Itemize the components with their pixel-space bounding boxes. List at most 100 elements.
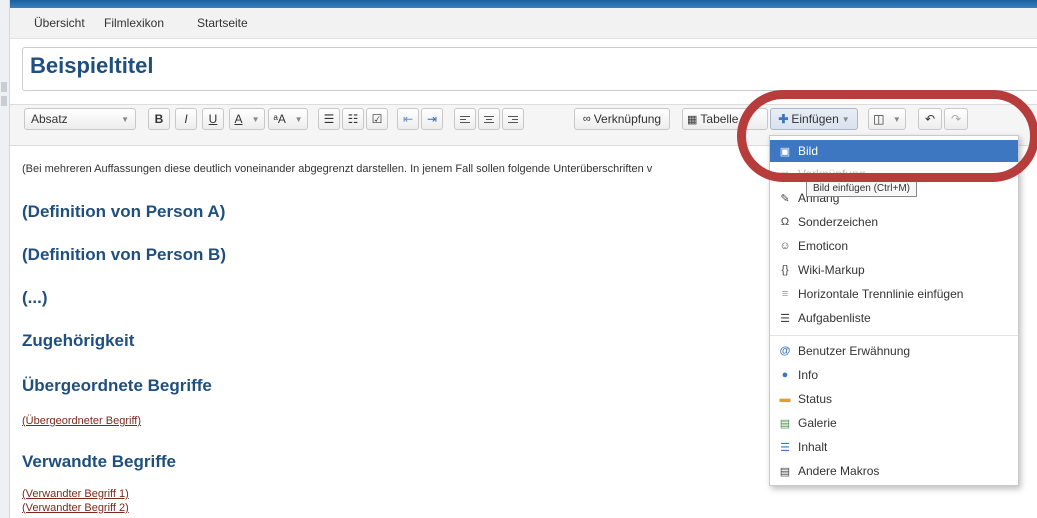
menu-item-label: Status bbox=[798, 392, 833, 406]
link-button[interactable]: ∞ Verknüpfung bbox=[574, 108, 670, 130]
menu-item-wiki-markup[interactable]: {} Wiki-Markup bbox=[770, 259, 1018, 281]
info-icon: ● bbox=[781, 369, 789, 381]
breadcrumb-item-startseite[interactable]: Startseite bbox=[197, 16, 248, 30]
font-size-button[interactable]: ᵃA ▼ bbox=[268, 108, 308, 130]
bold-button[interactable]: B bbox=[148, 108, 170, 130]
toc-icon: ☰ bbox=[780, 441, 790, 454]
menu-item-aufgabenliste[interactable]: ☰ Aufgabenliste bbox=[770, 307, 1018, 329]
table-button-label: Tabelle bbox=[700, 112, 739, 126]
redo-button[interactable]: ↷ bbox=[944, 108, 968, 130]
align-right-button[interactable] bbox=[502, 108, 524, 130]
menu-item-label: Bild bbox=[798, 144, 819, 158]
at-sign-icon: @ bbox=[779, 345, 791, 357]
related-term-link-1[interactable]: (Verwandter Begriff 1) bbox=[22, 488, 129, 500]
table-button[interactable]: ▦ Tabelle bbox=[682, 108, 768, 130]
braces-icon: {} bbox=[781, 264, 789, 276]
task-list-button[interactable]: ☑ bbox=[366, 108, 388, 130]
macro-icon: ▤ bbox=[779, 465, 791, 478]
font-size-label: ᵃA bbox=[273, 112, 286, 126]
smiley-icon: ☺ bbox=[779, 240, 791, 252]
menu-item-label: Galerie bbox=[798, 416, 837, 430]
intro-paragraph[interactable]: (Bei mehreren Auffassungen diese deutlic… bbox=[22, 163, 652, 175]
parent-term-link[interactable]: (Übergeordneter Begriff) bbox=[22, 415, 141, 427]
sidebar-marker bbox=[1, 82, 7, 92]
bullet-list-icon: ☰ bbox=[323, 112, 335, 126]
text-color-button[interactable]: A ▼ bbox=[229, 108, 265, 130]
menu-item-label: Info bbox=[798, 368, 819, 382]
insert-button[interactable]: ✚ Einfügen ▼ bbox=[770, 108, 858, 130]
page-title-input[interactable] bbox=[22, 47, 1037, 91]
menu-item-sonderzeichen[interactable]: Ω Sonderzeichen bbox=[770, 211, 1018, 233]
paragraph-style-label: Absatz bbox=[31, 112, 68, 126]
menu-item-benutzer-erwaehnung[interactable]: @ Benutzer Erwähnung bbox=[770, 340, 1018, 362]
page-title[interactable]: Beispieltitel bbox=[30, 53, 153, 79]
chevron-down-icon: ▼ bbox=[841, 114, 850, 124]
undo-icon: ↶ bbox=[924, 112, 936, 126]
chevron-down-icon: ▼ bbox=[251, 114, 260, 124]
table-icon: ▦ bbox=[687, 113, 698, 126]
paperclip-icon: ✎ bbox=[780, 192, 790, 205]
menu-item-status[interactable]: ▬ Status bbox=[770, 388, 1018, 410]
heading-zugehoerigkeit[interactable]: Zugehörigkeit bbox=[22, 331, 134, 351]
menu-item-label: Andere Makros bbox=[798, 464, 880, 478]
layout-columns-icon: ◫ bbox=[873, 112, 885, 126]
menu-item-inhalt[interactable]: ☰ Inhalt bbox=[770, 436, 1018, 458]
italic-button[interactable]: I bbox=[175, 108, 197, 130]
menu-divider bbox=[770, 335, 1018, 336]
align-left-icon bbox=[460, 114, 470, 125]
heading-uebergeordnete-begriffe[interactable]: Übergeordnete Begriffe bbox=[22, 376, 212, 396]
menu-item-label: Emoticon bbox=[798, 239, 849, 253]
menu-item-andere-makros[interactable]: ▤ Andere Makros bbox=[770, 460, 1018, 482]
align-center-button[interactable] bbox=[478, 108, 500, 130]
page-layout-button[interactable]: ◫ ▼ bbox=[868, 108, 906, 130]
menu-item-bild[interactable]: ▣ Bild bbox=[770, 140, 1018, 162]
menu-item-info[interactable]: ● Info bbox=[770, 364, 1018, 386]
outdent-button[interactable]: ⇤ bbox=[397, 108, 419, 130]
plus-icon: ✚ bbox=[778, 112, 789, 126]
menu-item-label: Verknüpfung bbox=[798, 167, 866, 181]
menu-item-emoticon[interactable]: ☺ Emoticon bbox=[770, 235, 1018, 257]
menu-item-label: Aufgabenliste bbox=[798, 311, 871, 325]
sidebar-marker bbox=[1, 96, 7, 106]
menu-item-label: Horizontale Trennlinie einfügen bbox=[798, 287, 964, 301]
chevron-down-icon: ▼ bbox=[892, 114, 901, 124]
indent-icon: ⇥ bbox=[426, 112, 438, 126]
breadcrumb: Übersicht Filmlexikon Startseite bbox=[10, 8, 1037, 39]
link-icon: ∞ bbox=[781, 168, 789, 180]
link-button-label: Verknüpfung bbox=[593, 112, 662, 126]
heading-definition-a[interactable]: (Definition von Person A) bbox=[22, 202, 225, 222]
menu-item-horizontal-rule[interactable]: ≡ Horizontale Trennlinie einfügen bbox=[770, 283, 1018, 305]
tooltip: Bild einfügen (Ctrl+M) bbox=[806, 181, 917, 197]
heading-ellipsis[interactable]: (...) bbox=[22, 288, 48, 308]
numbered-list-icon: ☷ bbox=[347, 112, 359, 126]
menu-item-label: Benutzer Erwähnung bbox=[798, 344, 911, 358]
paragraph-style-select[interactable]: Absatz ▼ bbox=[24, 108, 136, 130]
omega-icon: Ω bbox=[780, 216, 790, 228]
left-sidebar-strip bbox=[0, 0, 10, 518]
heading-verwandte-begriffe[interactable]: Verwandte Begriffe bbox=[22, 452, 176, 472]
bullet-list-button[interactable]: ☰ bbox=[318, 108, 340, 130]
image-icon: ▣ bbox=[779, 145, 791, 158]
related-term-link-2[interactable]: (Verwandter Begriff 2) bbox=[22, 502, 129, 514]
underline-button[interactable]: U bbox=[202, 108, 224, 130]
insert-button-label: Einfügen bbox=[791, 112, 839, 126]
align-left-button[interactable] bbox=[454, 108, 476, 130]
menu-item-label: Inhalt bbox=[798, 440, 828, 454]
horizontal-rule-icon: ≡ bbox=[781, 288, 789, 300]
breadcrumb-item-filmlexikon[interactable]: Filmlexikon bbox=[104, 16, 164, 30]
chevron-down-icon: ▼ bbox=[294, 114, 303, 124]
status-icon: ▬ bbox=[779, 393, 791, 405]
task-list-icon: ☰ bbox=[780, 312, 790, 325]
redo-icon: ↷ bbox=[950, 112, 962, 126]
undo-button[interactable]: ↶ bbox=[918, 108, 942, 130]
chevron-down-icon: ▼ bbox=[121, 114, 129, 124]
menu-item-label: Wiki-Markup bbox=[798, 263, 865, 277]
breadcrumb-item-uebersicht[interactable]: Übersicht bbox=[34, 16, 85, 30]
numbered-list-button[interactable]: ☷ bbox=[342, 108, 364, 130]
link-icon: ∞ bbox=[582, 113, 591, 125]
menu-item-galerie[interactable]: ▤ Galerie bbox=[770, 412, 1018, 434]
heading-definition-b[interactable]: (Definition von Person B) bbox=[22, 245, 226, 265]
align-center-icon bbox=[484, 114, 494, 125]
indent-button[interactable]: ⇥ bbox=[421, 108, 443, 130]
task-list-icon: ☑ bbox=[371, 112, 383, 126]
